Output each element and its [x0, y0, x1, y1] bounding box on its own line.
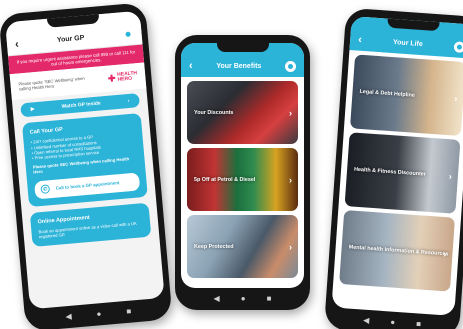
tile-health-fitness[interactable]: Health & Fitness Discounter › — [344, 132, 461, 214]
online-appointment-card[interactable]: Online Appointment Book an appointment o… — [29, 202, 152, 247]
phone-screen: ‹ Your Life Legal & Debt Helpline › Heal… — [331, 16, 463, 316]
tile-label: Mental health Information & Resources — [348, 244, 449, 258]
profile-icon[interactable] — [122, 28, 135, 41]
chevron-right-icon: › — [443, 249, 447, 260]
tile-your-discounts[interactable]: Your Discounts › — [187, 81, 298, 144]
tile-label: Health & Fitness Discounter — [353, 166, 427, 178]
nav-back-icon[interactable]: ◀ — [214, 295, 220, 303]
three-phone-mockup: ‹ Your GP If you require urgent assistan… — [0, 0, 463, 329]
phone-notch — [216, 43, 269, 52]
nav-home-icon[interactable]: ● — [390, 318, 395, 327]
chevron-right-icon: › — [289, 107, 292, 118]
phone-your-gp: ‹ Your GP If you require urgent assistan… — [0, 2, 173, 329]
nav-recent-icon[interactable]: ■ — [416, 319, 421, 328]
nav-back-icon[interactable]: ◀ — [65, 312, 72, 322]
phone-icon: ✆ — [40, 184, 51, 195]
tile-label: 5p Off at Petrol & Diesel — [194, 176, 256, 183]
page-title: Your Life — [392, 38, 424, 48]
phone-your-life: ‹ Your Life Legal & Debt Helpline › Heal… — [323, 7, 463, 329]
profile-icon[interactable] — [453, 40, 463, 53]
chevron-right-icon: › — [289, 174, 292, 185]
nav-recent-icon[interactable]: ■ — [267, 295, 272, 303]
tile-legal-debt-helpline[interactable]: Legal & Debt Helpline › — [349, 54, 463, 136]
page-title: Your Benefits — [216, 62, 262, 70]
play-icon: ▶ — [30, 106, 35, 113]
phone-screen: ‹ Your Benefits Your Discounts › 5p Off … — [181, 43, 304, 288]
back-arrow-icon[interactable]: ‹ — [358, 34, 363, 46]
nav-home-icon[interactable]: ● — [241, 295, 246, 303]
nav-recent-icon[interactable]: ■ — [126, 307, 132, 316]
nav-back-icon[interactable]: ◀ — [363, 316, 370, 325]
plus-icon: ✚ — [107, 72, 116, 84]
chevron-right-icon: › — [289, 241, 292, 252]
profile-icon[interactable] — [284, 60, 296, 72]
chevron-right-icon: › — [127, 98, 130, 105]
back-arrow-icon[interactable]: ‹ — [189, 60, 193, 72]
phone-your-benefits: ‹ Your Benefits Your Discounts › 5p Off … — [175, 35, 310, 310]
nav-home-icon[interactable]: ● — [96, 309, 102, 318]
back-arrow-icon[interactable]: ‹ — [15, 38, 20, 50]
chevron-right-icon: › — [453, 93, 458, 104]
tile-petrol-diesel[interactable]: 5p Off at Petrol & Diesel › — [187, 148, 298, 211]
android-nav-bar: ◀ ● ■ — [175, 292, 310, 306]
chevron-right-icon: › — [448, 171, 453, 182]
health-hero-logo: ✚ HEALTH HERO — [107, 70, 138, 84]
call-gp-button[interactable]: ✆ Call to book a GP appointment — [34, 172, 141, 200]
tile-label: Your Discounts — [194, 109, 234, 116]
call-your-gp-card: Call Your GP • 24/7 confidential access … — [21, 113, 148, 207]
tile-keep-protected[interactable]: Keep Protected › — [187, 215, 298, 278]
phone-screen: ‹ Your GP If you require urgent assistan… — [5, 10, 165, 310]
tile-label: Legal & Debt Helpline — [359, 88, 416, 99]
page-title: Your GP — [56, 34, 85, 44]
health-hero-quote-text: Please quote 'SEC Wellbeing' when callin… — [18, 76, 85, 92]
tile-mental-health[interactable]: Mental health Information & Resources › — [339, 210, 456, 292]
tile-label: Keep Protected — [194, 243, 234, 250]
